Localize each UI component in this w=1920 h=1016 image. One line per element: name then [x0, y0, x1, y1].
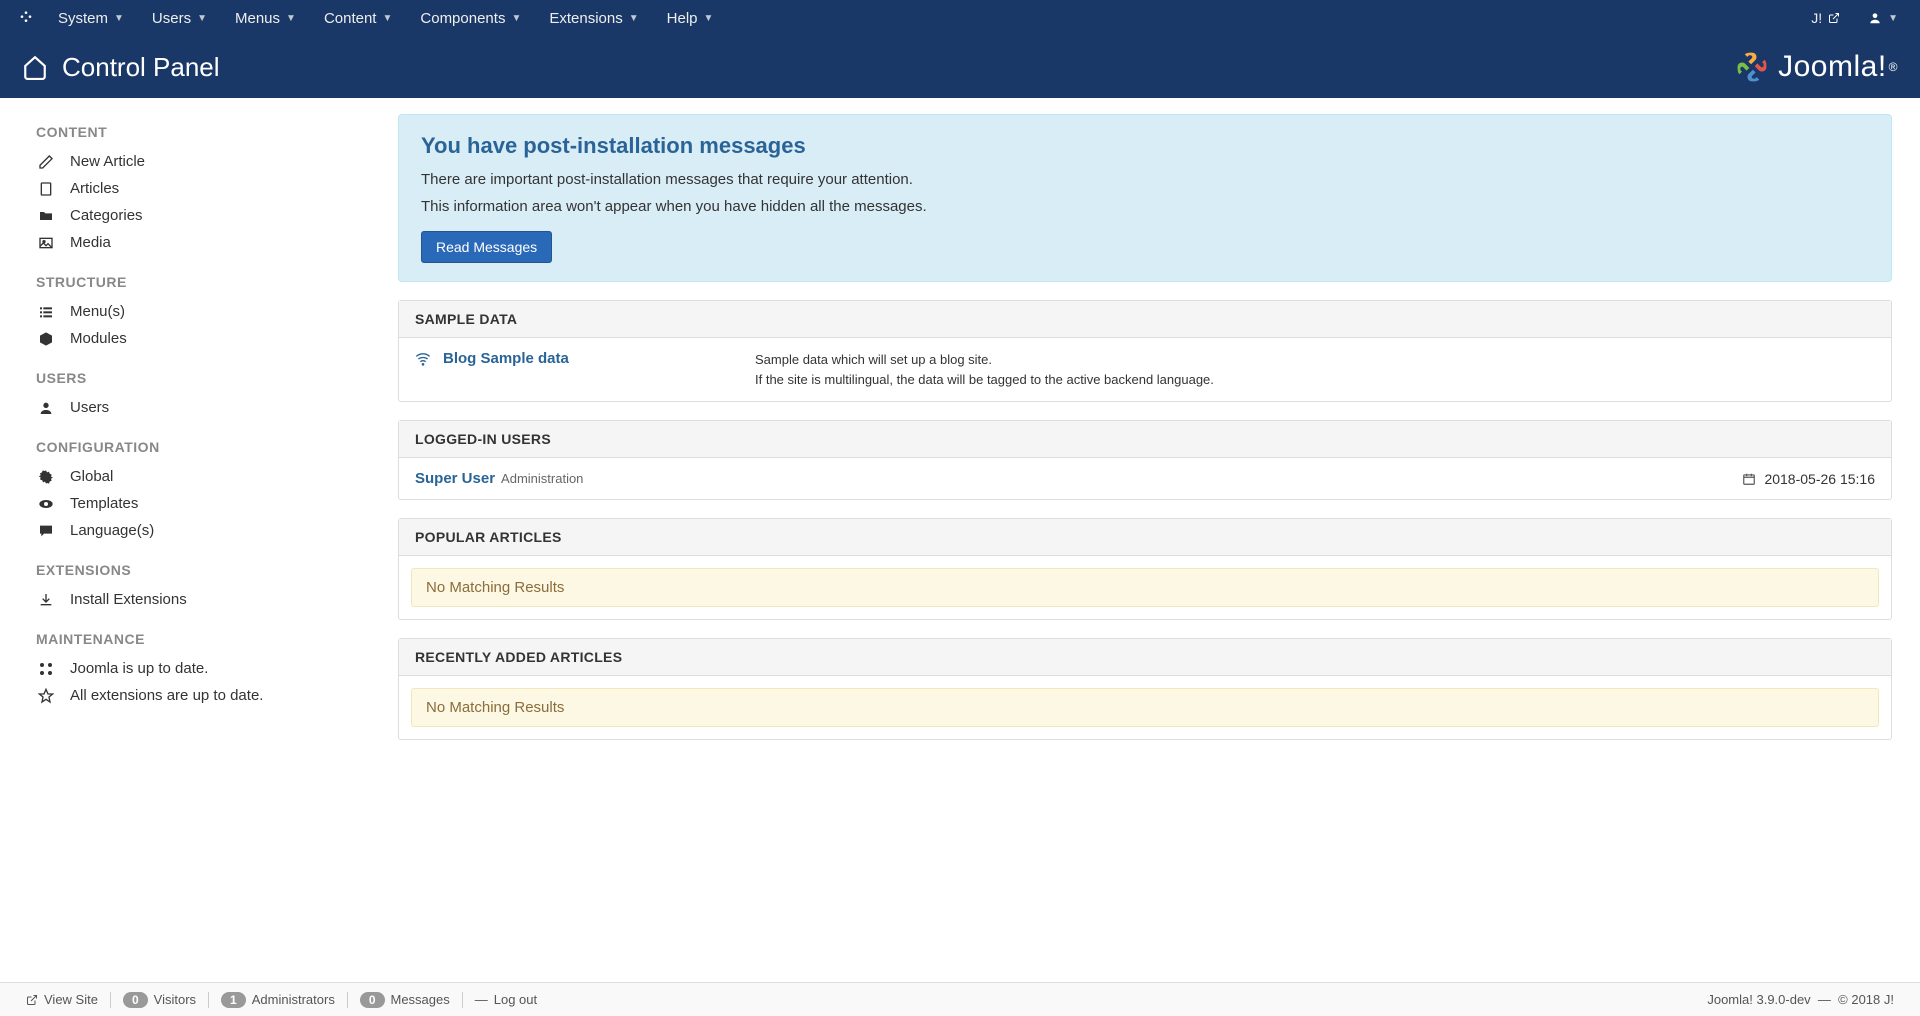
sidebar-section-configuration: CONFIGURATION — [36, 439, 398, 455]
status-bar: View Site 0Visitors 1Administrators 0Mes… — [0, 982, 1920, 1016]
recent-empty-message: No Matching Results — [411, 688, 1879, 727]
joomla-icon — [36, 661, 56, 677]
caret-down-icon: ▼ — [629, 13, 639, 24]
sidebar-section-users: USERS — [36, 370, 398, 386]
caret-down-icon: ▼ — [382, 13, 392, 24]
joomla-brand-icon[interactable] — [16, 8, 36, 28]
separator — [462, 992, 463, 1008]
sidebar-item-media[interactable]: Media — [36, 229, 398, 256]
calendar-icon — [1742, 472, 1756, 486]
read-messages-button[interactable]: Read Messages — [421, 231, 552, 263]
pencil-icon — [36, 154, 56, 170]
panel-sample-data: SAMPLE DATA Blog Sample data Sample data… — [398, 300, 1892, 402]
star-icon — [36, 688, 56, 704]
sidebar-item-categories[interactable]: Categories — [36, 202, 398, 229]
sidebar-section-extensions: EXTENSIONS — [36, 562, 398, 578]
gear-icon — [36, 469, 56, 485]
messages-count[interactable]: 0Messages — [350, 992, 460, 1008]
alert-title: You have post-installation messages — [421, 133, 1869, 159]
file-icon — [36, 181, 56, 197]
joomla-logo: Joomla!® — [1734, 49, 1898, 85]
separator — [110, 992, 111, 1008]
sidebar-section-maintenance: MAINTENANCE — [36, 631, 398, 647]
sidebar-item-menus[interactable]: Menu(s) — [36, 298, 398, 325]
menu-components[interactable]: Components▼ — [406, 0, 535, 36]
top-menu: System▼ Users▼ Menus▼ Content▼ Component… — [44, 0, 1797, 36]
logged-user-row: Super User Administration 2018-05-26 15:… — [399, 458, 1891, 499]
user-icon — [1868, 11, 1882, 25]
logout-link[interactable]: —Log out — [465, 992, 547, 1007]
panel-title: POPULAR ARTICLES — [399, 519, 1891, 556]
sidebar-item-new-article[interactable]: New Article — [36, 148, 398, 175]
alert-line1: There are important post-installation me… — [421, 171, 1869, 188]
sidebar-item-global[interactable]: Global — [36, 463, 398, 490]
panel-title: SAMPLE DATA — [399, 301, 1891, 338]
image-icon — [36, 235, 56, 251]
view-site-link[interactable]: View Site — [16, 992, 108, 1007]
sidebar: CONTENT New Article Articles Categories … — [0, 98, 398, 982]
caret-down-icon: ▼ — [197, 13, 207, 24]
sample-data-desc: Sample data which will set up a blog sit… — [755, 350, 1214, 389]
external-link-icon — [1828, 12, 1840, 24]
sample-data-row: Blog Sample data Sample data which will … — [399, 338, 1891, 401]
home-icon — [22, 54, 48, 80]
sidebar-item-articles[interactable]: Articles — [36, 175, 398, 202]
popular-empty-message: No Matching Results — [411, 568, 1879, 607]
alert-line2: This information area won't appear when … — [421, 198, 1869, 215]
panel-title: LOGGED-IN USERS — [399, 421, 1891, 458]
sidebar-section-structure: STRUCTURE — [36, 274, 398, 290]
external-link-icon — [26, 994, 38, 1006]
main-content: You have post-installation messages Ther… — [398, 98, 1920, 982]
separator — [347, 992, 348, 1008]
caret-down-icon: ▼ — [286, 13, 296, 24]
user-menu[interactable]: ▼ — [1854, 0, 1912, 36]
caret-down-icon: ▼ — [1888, 13, 1898, 24]
menu-menus[interactable]: Menus▼ — [221, 0, 310, 36]
eye-icon — [36, 496, 56, 512]
panel-popular-articles: POPULAR ARTICLES No Matching Results — [398, 518, 1892, 620]
sidebar-item-templates[interactable]: Templates — [36, 490, 398, 517]
frontend-link[interactable]: J! — [1797, 0, 1854, 36]
menu-system[interactable]: System▼ — [44, 0, 138, 36]
sidebar-item-joomla-update[interactable]: Joomla is up to date. — [36, 655, 398, 682]
caret-down-icon: ▼ — [114, 13, 124, 24]
logged-user-link[interactable]: Super User — [415, 470, 495, 487]
panel-title: RECENTLY ADDED ARTICLES — [399, 639, 1891, 676]
visitors-count[interactable]: 0Visitors — [113, 992, 206, 1008]
sidebar-item-extensions-update[interactable]: All extensions are up to date. — [36, 682, 398, 709]
sidebar-item-modules[interactable]: Modules — [36, 325, 398, 352]
user-icon — [36, 400, 56, 416]
caret-down-icon: ▼ — [511, 13, 521, 24]
admins-count[interactable]: 1Administrators — [211, 992, 345, 1008]
logged-user-location: Administration — [501, 471, 583, 486]
top-nav: System▼ Users▼ Menus▼ Content▼ Component… — [0, 0, 1920, 36]
sidebar-item-users[interactable]: Users — [36, 394, 398, 421]
caret-down-icon: ▼ — [704, 13, 714, 24]
download-icon — [36, 592, 56, 608]
top-nav-right: J! ▼ — [1797, 0, 1912, 36]
comment-icon — [36, 523, 56, 539]
logged-user-date: 2018-05-26 15:16 — [1764, 471, 1875, 487]
wifi-icon — [415, 351, 431, 367]
menu-extensions[interactable]: Extensions▼ — [535, 0, 652, 36]
menu-help[interactable]: Help▼ — [653, 0, 728, 36]
sidebar-item-languages[interactable]: Language(s) — [36, 517, 398, 544]
folder-icon — [36, 208, 56, 224]
joomla-logo-icon — [1734, 49, 1770, 85]
blog-sample-data-link[interactable]: Blog Sample data — [443, 350, 569, 367]
panel-logged-in-users: LOGGED-IN USERS Super User Administratio… — [398, 420, 1892, 500]
page-title: Control Panel — [62, 52, 1734, 83]
cube-icon — [36, 331, 56, 347]
sidebar-section-content: CONTENT — [36, 124, 398, 140]
sidebar-item-install-extensions[interactable]: Install Extensions — [36, 586, 398, 613]
panel-recent-articles: RECENTLY ADDED ARTICLES No Matching Resu… — [398, 638, 1892, 740]
post-install-alert: You have post-installation messages Ther… — [398, 114, 1892, 282]
menu-content[interactable]: Content▼ — [310, 0, 406, 36]
menu-users[interactable]: Users▼ — [138, 0, 221, 36]
version-info: Joomla! 3.9.0-dev — © 2018 J! — [1697, 992, 1904, 1007]
page-header: Control Panel Joomla!® — [0, 36, 1920, 98]
list-icon — [36, 304, 56, 320]
separator — [208, 992, 209, 1008]
